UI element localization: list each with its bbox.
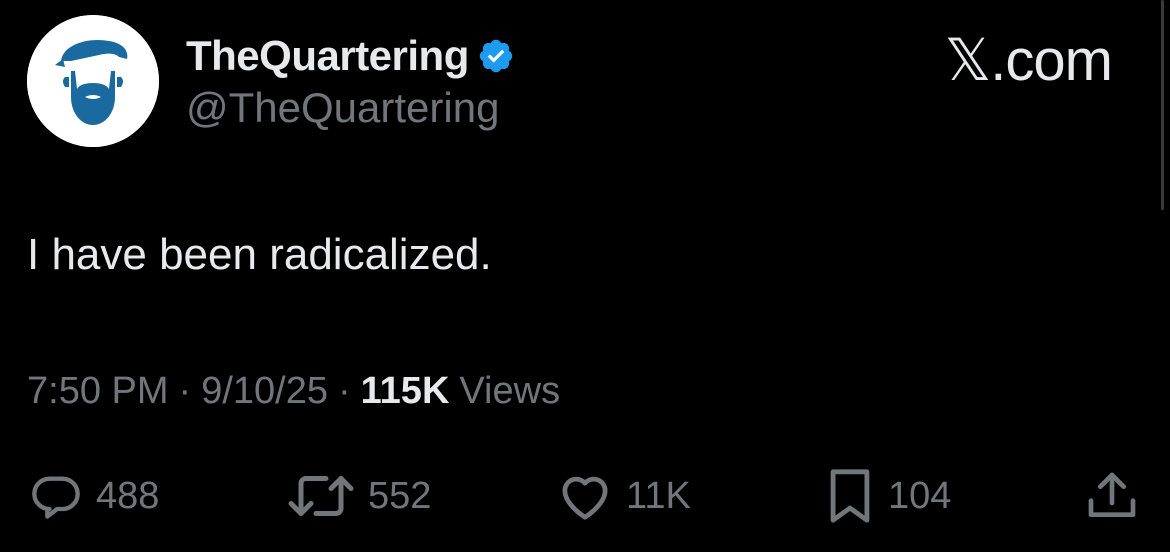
reply-icon (32, 476, 80, 519)
site-label: 𝕏.com (944, 28, 1113, 93)
share-icon (1088, 472, 1136, 517)
author-display-name[interactable]: TheQuartering (186, 32, 469, 80)
bookmark-icon (830, 469, 870, 523)
avatar[interactable] (27, 15, 159, 147)
scrollbar[interactable] (1161, 0, 1164, 210)
reply-count: 488 (96, 474, 160, 517)
tweet-meta: 7:50 PM · 9/10/25 · 115K Views (27, 370, 560, 413)
views-label: Views (459, 370, 561, 412)
tweet-date[interactable]: 9/10/25 (201, 370, 328, 413)
meta-separator: · (337, 370, 351, 412)
reply-button[interactable]: 488 (28, 470, 159, 522)
tweet-text: I have been radicalized. (27, 230, 492, 279)
heart-icon (562, 476, 608, 520)
tweet-time[interactable]: 7:50 PM (27, 370, 169, 413)
bookmark-button[interactable]: 104 (824, 469, 952, 523)
verified-badge-icon (479, 39, 513, 73)
repost-count: 552 (368, 474, 432, 517)
repost-icon (288, 476, 354, 516)
like-button[interactable]: 11K (556, 470, 691, 522)
meta-separator: · (178, 370, 192, 412)
author-name-row[interactable]: TheQuartering (186, 28, 515, 84)
share-button[interactable] (1084, 470, 1140, 522)
bearded-man-logo-icon (27, 15, 159, 147)
repost-button[interactable]: 552 (286, 470, 431, 522)
author-handle[interactable]: @TheQuartering (186, 84, 499, 132)
like-count: 11K (626, 474, 691, 517)
bookmark-count: 104 (888, 474, 952, 517)
views-count: 115K (360, 370, 450, 412)
